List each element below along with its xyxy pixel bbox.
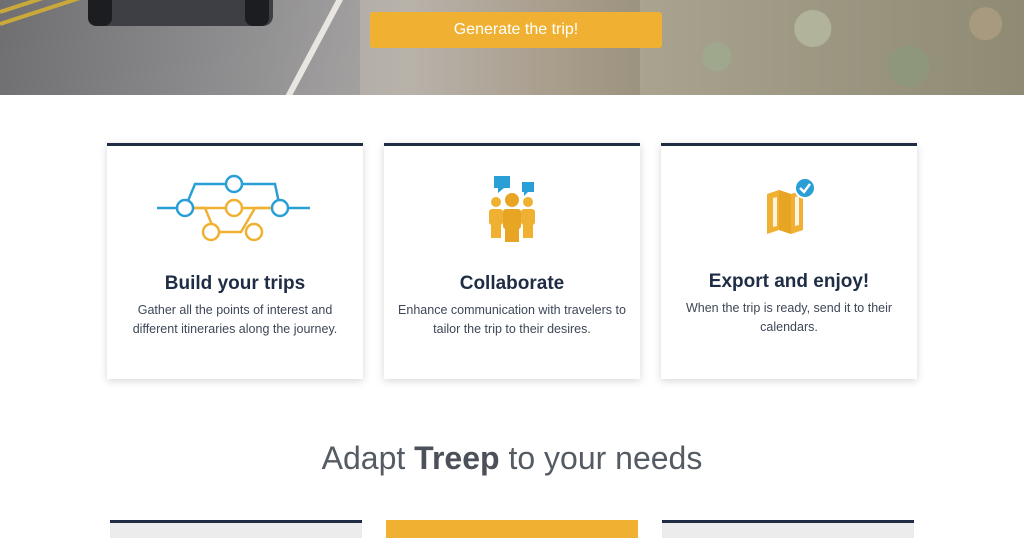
plan-card-featured[interactable] (386, 520, 638, 538)
hero-brush-image (640, 0, 1024, 95)
generate-trip-button[interactable]: Generate the trip! (370, 12, 662, 48)
feature-description: Enhance communication with travelers to … (398, 303, 626, 336)
car-wheel (245, 0, 269, 26)
plan-card[interactable] (110, 520, 362, 538)
section-title-prefix: Adapt (321, 440, 415, 476)
feature-title: Collaborate (459, 273, 565, 294)
car-wheel (88, 0, 112, 26)
feature-description: Gather all the points of interest and di… (132, 303, 338, 336)
section-title: Adapt Treep to your needs (0, 440, 1024, 477)
map-check-icon (767, 177, 816, 234)
route-network-icon (157, 174, 310, 242)
team-chat-icon (489, 176, 535, 242)
feature-card-collaborate: Collaborate Enhance communication with t… (384, 143, 640, 379)
hero-banner: Generate the trip! (0, 0, 1024, 95)
feature-title: Build your trips (164, 273, 306, 294)
plan-card[interactable] (662, 520, 914, 538)
feature-card-build: Build your trips Gather all the points o… (107, 143, 363, 379)
feature-title: Export and enjoy! (708, 271, 870, 292)
car-image (88, 0, 273, 26)
brand-name: Treep (414, 440, 500, 476)
section-title-suffix: to your needs (499, 440, 703, 476)
feature-description: When the trip is ready, send it to their… (685, 301, 893, 334)
feature-card-export: Export and enjoy! When the trip is ready… (661, 143, 917, 379)
